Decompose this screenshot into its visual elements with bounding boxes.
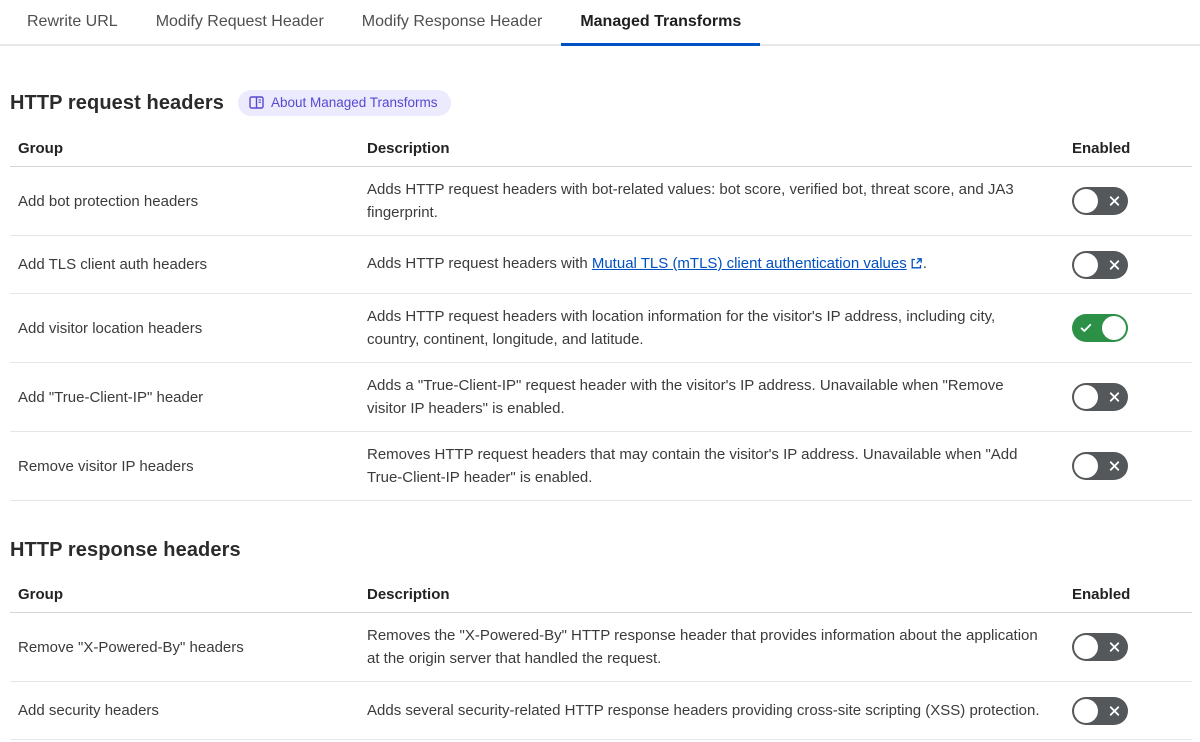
- column-header-description: Description: [367, 586, 450, 603]
- toggle-on-add-visitor-location-headers[interactable]: [1072, 314, 1128, 342]
- toggle-knob: [1074, 252, 1098, 277]
- column-header-enabled: Enabled: [1072, 140, 1131, 157]
- tab-rewrite-url[interactable]: Rewrite URL: [8, 1, 137, 44]
- tab-modify-response-header[interactable]: Modify Response Header: [343, 1, 562, 44]
- toggle-off-add-tls-client-auth-headers[interactable]: [1072, 250, 1128, 279]
- toggle-state-icon: [1109, 259, 1120, 270]
- table-row: Add visitor location headers Adds HTTP r…: [10, 294, 1192, 363]
- toggle-off-remove-visitor-ip-headers[interactable]: [1072, 452, 1128, 480]
- tab-managed-transforms[interactable]: Managed Transforms: [561, 1, 761, 46]
- group-cell: Add bot protection headers: [18, 192, 199, 210]
- table-row: Add TLS client auth headers Adds HTTP re…: [10, 236, 1192, 294]
- description-text: .: [922, 255, 927, 272]
- column-header-group: Group: [18, 140, 63, 157]
- section-title: HTTP response headers: [10, 539, 241, 561]
- toggle-knob: [1074, 698, 1098, 723]
- enabled-cell: [1072, 314, 1192, 342]
- group-cell: Remove visitor IP headers: [18, 457, 194, 475]
- toggle-off-remove-x-powered-by-headers[interactable]: [1072, 633, 1128, 661]
- transforms-table: Group Description Enabled Remove "X-Powe…: [10, 578, 1192, 740]
- toggle-knob: [1074, 454, 1098, 478]
- column-header-enabled: Enabled: [1072, 586, 1131, 603]
- toggle-state-icon: [1109, 705, 1120, 716]
- enabled-cell: [1072, 452, 1192, 480]
- description-cell: Adds HTTP request headers with Mutual TL…: [367, 252, 1067, 277]
- enabled-cell: [1072, 383, 1192, 411]
- group-cell: Add "True-Client-IP" header: [18, 388, 204, 406]
- about-managed-transforms-badge[interactable]: About Managed Transforms: [237, 90, 451, 116]
- badge-label: About Managed Transforms: [270, 95, 438, 110]
- table-header-row: Group Description Enabled: [10, 578, 1192, 613]
- table-row: Add "True-Client-IP" header Adds a "True…: [10, 363, 1192, 432]
- toggle-knob: [1102, 316, 1126, 340]
- transforms-table: Group Description Enabled Add bot protec…: [10, 132, 1192, 501]
- toggle-knob: [1074, 635, 1098, 659]
- description-cell: Adds HTTP request headers with bot-relat…: [367, 181, 1014, 221]
- toggle-off-add-bot-protection-headers[interactable]: [1072, 187, 1128, 215]
- group-cell: Remove "X-Powered-By" headers: [18, 638, 244, 656]
- section: HTTP response headers Group Description …: [10, 539, 1192, 740]
- toggle-state-icon: [1109, 461, 1120, 472]
- table-row: Add bot protection headers Adds HTTP req…: [10, 167, 1192, 236]
- description-cell: Removes the "X-Powered-By" HTTP response…: [367, 627, 1038, 667]
- group-cell: Add security headers: [18, 702, 159, 719]
- table-header-row: Group Description Enabled: [10, 132, 1192, 167]
- table-row: Remove "X-Powered-By" headers Removes th…: [10, 613, 1192, 682]
- table-row: Remove visitor IP headers Removes HTTP r…: [10, 432, 1192, 501]
- description-cell: Removes HTTP request headers that may co…: [367, 446, 1018, 486]
- managed-transforms-page: HTTP request headers About Managed Trans…: [0, 90, 1200, 740]
- description-cell: Adds a "True-Client-IP" request header w…: [367, 377, 1004, 417]
- tab-modify-request-header[interactable]: Modify Request Header: [137, 1, 343, 44]
- column-header-group: Group: [18, 586, 63, 603]
- description-text: Adds HTTP request headers with: [367, 255, 592, 272]
- description-cell: Adds several security-related HTTP respo…: [367, 702, 1040, 719]
- section-heading-row: HTTP request headers About Managed Trans…: [10, 90, 1192, 116]
- section-title: HTTP request headers: [10, 91, 224, 114]
- toggle-off-add-true-client-ip-header[interactable]: [1072, 383, 1128, 411]
- description-cell: Adds HTTP request headers with location …: [367, 308, 996, 348]
- open-book-icon: [249, 96, 264, 109]
- table-row: Add security headers Adds several securi…: [10, 682, 1192, 740]
- column-header-description: Description: [367, 140, 450, 157]
- external-link-icon: [910, 254, 923, 277]
- toggle-state-icon: [1109, 642, 1120, 653]
- enabled-cell: [1072, 187, 1192, 215]
- toggle-knob: [1074, 385, 1098, 409]
- enabled-cell: [1072, 633, 1192, 661]
- tabs-bar: Rewrite URL Modify Request Header Modify R…: [0, 0, 1200, 46]
- toggle-knob: [1074, 189, 1098, 213]
- enabled-cell: [1072, 250, 1192, 279]
- group-cell: Add visitor location headers: [18, 319, 203, 337]
- toggle-state-icon: [1109, 392, 1120, 403]
- toggle-off-add-security-headers[interactable]: [1072, 696, 1128, 725]
- enabled-cell: [1072, 696, 1192, 725]
- section: HTTP request headers About Managed Trans…: [10, 90, 1192, 501]
- toggle-state-icon: [1080, 323, 1092, 333]
- mtls-docs-link[interactable]: Mutual TLS (mTLS) client authentication …: [592, 255, 907, 272]
- toggle-state-icon: [1109, 196, 1120, 207]
- group-cell: Add TLS client auth headers: [18, 256, 208, 273]
- section-heading-row: HTTP response headers: [10, 539, 1192, 562]
